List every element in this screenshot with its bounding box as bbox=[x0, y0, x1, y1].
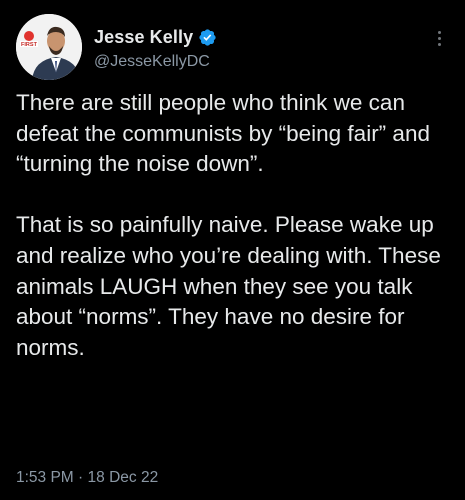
tweet-header: FIRST Jesse Kelly @JesseKellyDC bbox=[16, 14, 449, 84]
tweet-card: FIRST Jesse Kelly @JesseKellyDC There ar… bbox=[0, 0, 465, 500]
name-row: Jesse Kelly bbox=[94, 25, 217, 49]
verified-badge-icon bbox=[198, 28, 217, 47]
more-options-icon[interactable] bbox=[429, 26, 449, 50]
tweet-timestamp[interactable]: 1:53 PM · 18 Dec 22 bbox=[16, 469, 158, 487]
author-display-name[interactable]: Jesse Kelly bbox=[94, 27, 193, 48]
author-handle[interactable]: @JesseKellyDC bbox=[94, 53, 217, 71]
author-names: Jesse Kelly @JesseKellyDC bbox=[94, 25, 217, 71]
tweet-text: There are still people who think we can … bbox=[16, 90, 441, 360]
tweet-time: 1:53 PM bbox=[16, 469, 74, 486]
timestamp-separator: · bbox=[78, 469, 84, 486]
avatar[interactable]: FIRST bbox=[16, 14, 82, 80]
tweet-date: 18 Dec 22 bbox=[87, 469, 159, 486]
logo-emblem bbox=[24, 31, 34, 41]
svg-text:FIRST: FIRST bbox=[21, 42, 38, 48]
avatar-image: FIRST bbox=[16, 14, 82, 80]
